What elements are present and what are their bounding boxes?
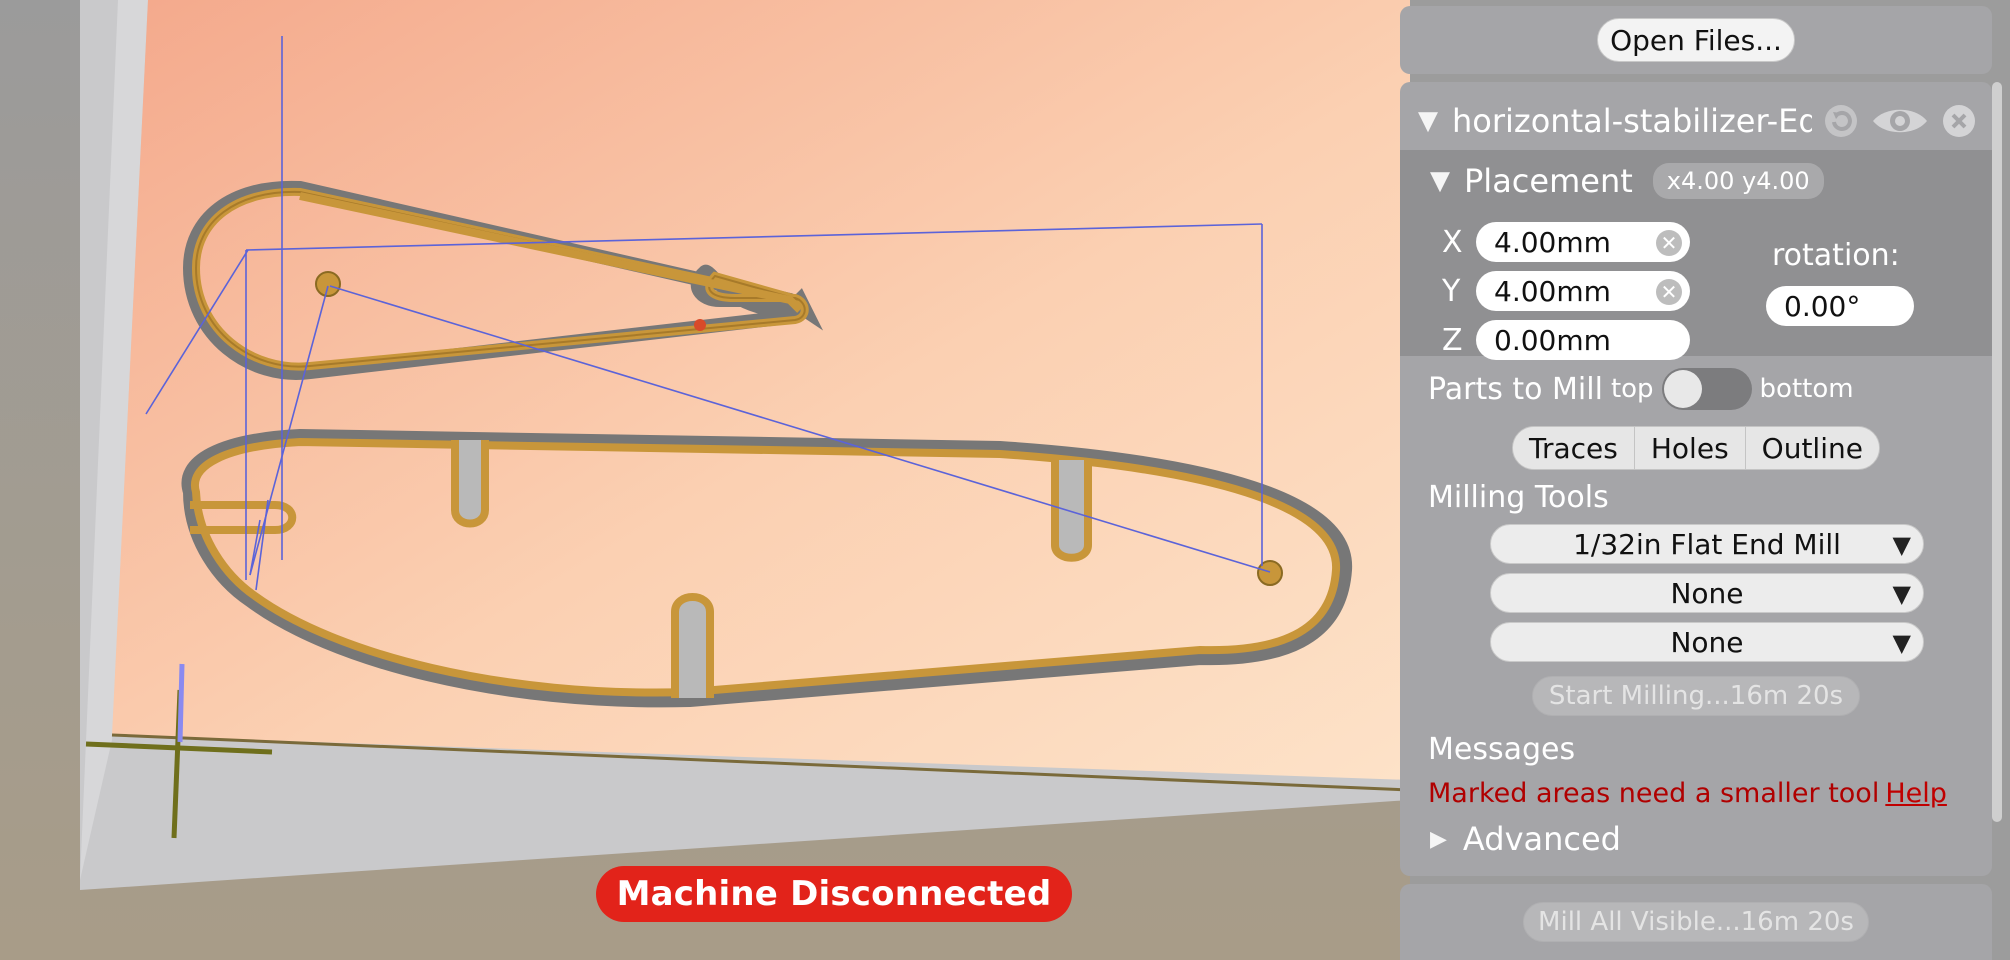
parts-to-mill-row: Parts to Mill top bottom	[1428, 368, 1854, 410]
panel-scrollbar[interactable]	[1992, 82, 2002, 822]
x-value: 4.00mm	[1494, 225, 1611, 259]
eye-icon[interactable]	[1870, 102, 1930, 140]
tool-select-2[interactable]: None ▼	[1490, 573, 1924, 613]
advanced-toggle[interactable]: ▶ Advanced	[1430, 820, 1621, 858]
placement-title: Placement	[1464, 162, 1633, 200]
open-files-button[interactable]: Open Files...	[1597, 18, 1795, 62]
messages-title: Messages	[1428, 732, 1576, 767]
bottom-label: bottom	[1759, 374, 1854, 404]
expand-triangle-icon: ▶	[1430, 826, 1447, 852]
milling-preview-scene	[0, 0, 1410, 960]
file-header[interactable]: ▼ horizontal-stabilizer-Edge	[1418, 96, 1978, 146]
clear-y-icon[interactable]: ✕	[1656, 279, 1682, 305]
tool-select-3-value: None	[1670, 625, 1744, 659]
open-files-panel: Open Files...	[1400, 6, 1992, 74]
dropdown-arrow-icon: ▼	[1892, 531, 1911, 559]
dropdown-arrow-icon: ▼	[1892, 580, 1911, 608]
rotation-label: rotation:	[1772, 238, 1900, 273]
milling-tools-title: Milling Tools	[1428, 480, 1609, 515]
tool-select-1[interactable]: 1/32in Flat End Mill ▼	[1490, 524, 1924, 564]
y-label: Y	[1442, 273, 1461, 309]
tool-select-2-value: None	[1670, 576, 1744, 610]
tool-select-1-value: 1/32in Flat End Mill	[1573, 527, 1841, 561]
x-label: X	[1442, 224, 1463, 260]
y-row: Y 4.00mm ✕	[1442, 271, 1690, 311]
refresh-icon[interactable]	[1822, 102, 1860, 140]
file-name: horizontal-stabilizer-Edge	[1452, 102, 1812, 140]
dropdown-arrow-icon: ▼	[1892, 629, 1911, 657]
mill-all-panel: Mill All Visible...16m 20s	[1400, 884, 1992, 960]
y-value: 4.00mm	[1494, 274, 1611, 308]
tab-outline[interactable]: Outline	[1745, 427, 1879, 469]
z-field[interactable]: 0.00mm	[1476, 320, 1690, 360]
parts-to-mill-label: Parts to Mill	[1428, 371, 1603, 407]
mill-type-tabs: Traces Holes Outline	[1512, 426, 1880, 470]
warning-message-text: Marked areas need a smaller tool	[1428, 778, 1880, 809]
z-value: 0.00mm	[1494, 323, 1611, 357]
collapse-triangle-icon[interactable]: ▼	[1418, 106, 1438, 136]
z-row: Z 0.00mm	[1442, 320, 1690, 360]
placement-section: ▼ Placement x4.00 y4.00 X 4.00mm ✕ Y 4.0…	[1400, 150, 1992, 360]
placement-collapse-icon[interactable]: ▼	[1430, 166, 1450, 196]
warning-message: Marked areas need a smaller tool Help	[1428, 778, 1947, 809]
x-row: X 4.00mm ✕	[1442, 222, 1690, 262]
x-field[interactable]: 4.00mm ✕	[1476, 222, 1690, 262]
y-field[interactable]: 4.00mm ✕	[1476, 271, 1690, 311]
clear-x-icon[interactable]: ✕	[1656, 230, 1682, 256]
rotation-value: 0.00°	[1784, 289, 1861, 323]
advanced-label: Advanced	[1462, 820, 1621, 858]
tool-select-3[interactable]: None ▼	[1490, 622, 1924, 662]
top-label: top	[1610, 374, 1654, 404]
start-milling-button[interactable]: Start Milling...16m 20s	[1532, 676, 1860, 716]
help-link[interactable]: Help	[1885, 778, 1947, 809]
viewport-3d[interactable]: Machine Disconnected	[0, 0, 1410, 960]
tab-holes[interactable]: Holes	[1634, 427, 1746, 469]
rotation-field[interactable]: 0.00°	[1766, 286, 1914, 326]
z-label: Z	[1442, 322, 1463, 358]
mill-all-visible-button[interactable]: Mill All Visible...16m 20s	[1523, 902, 1869, 942]
tab-traces[interactable]: Traces	[1513, 427, 1635, 469]
placement-summary: x4.00 y4.00	[1652, 163, 1824, 199]
machine-status-badge: Machine Disconnected	[596, 866, 1072, 922]
close-icon[interactable]	[1940, 102, 1978, 140]
top-bottom-toggle[interactable]	[1661, 368, 1752, 410]
file-settings-panel: ▼ horizontal-stabilizer-Edge ▼ Placement…	[1400, 82, 1992, 876]
